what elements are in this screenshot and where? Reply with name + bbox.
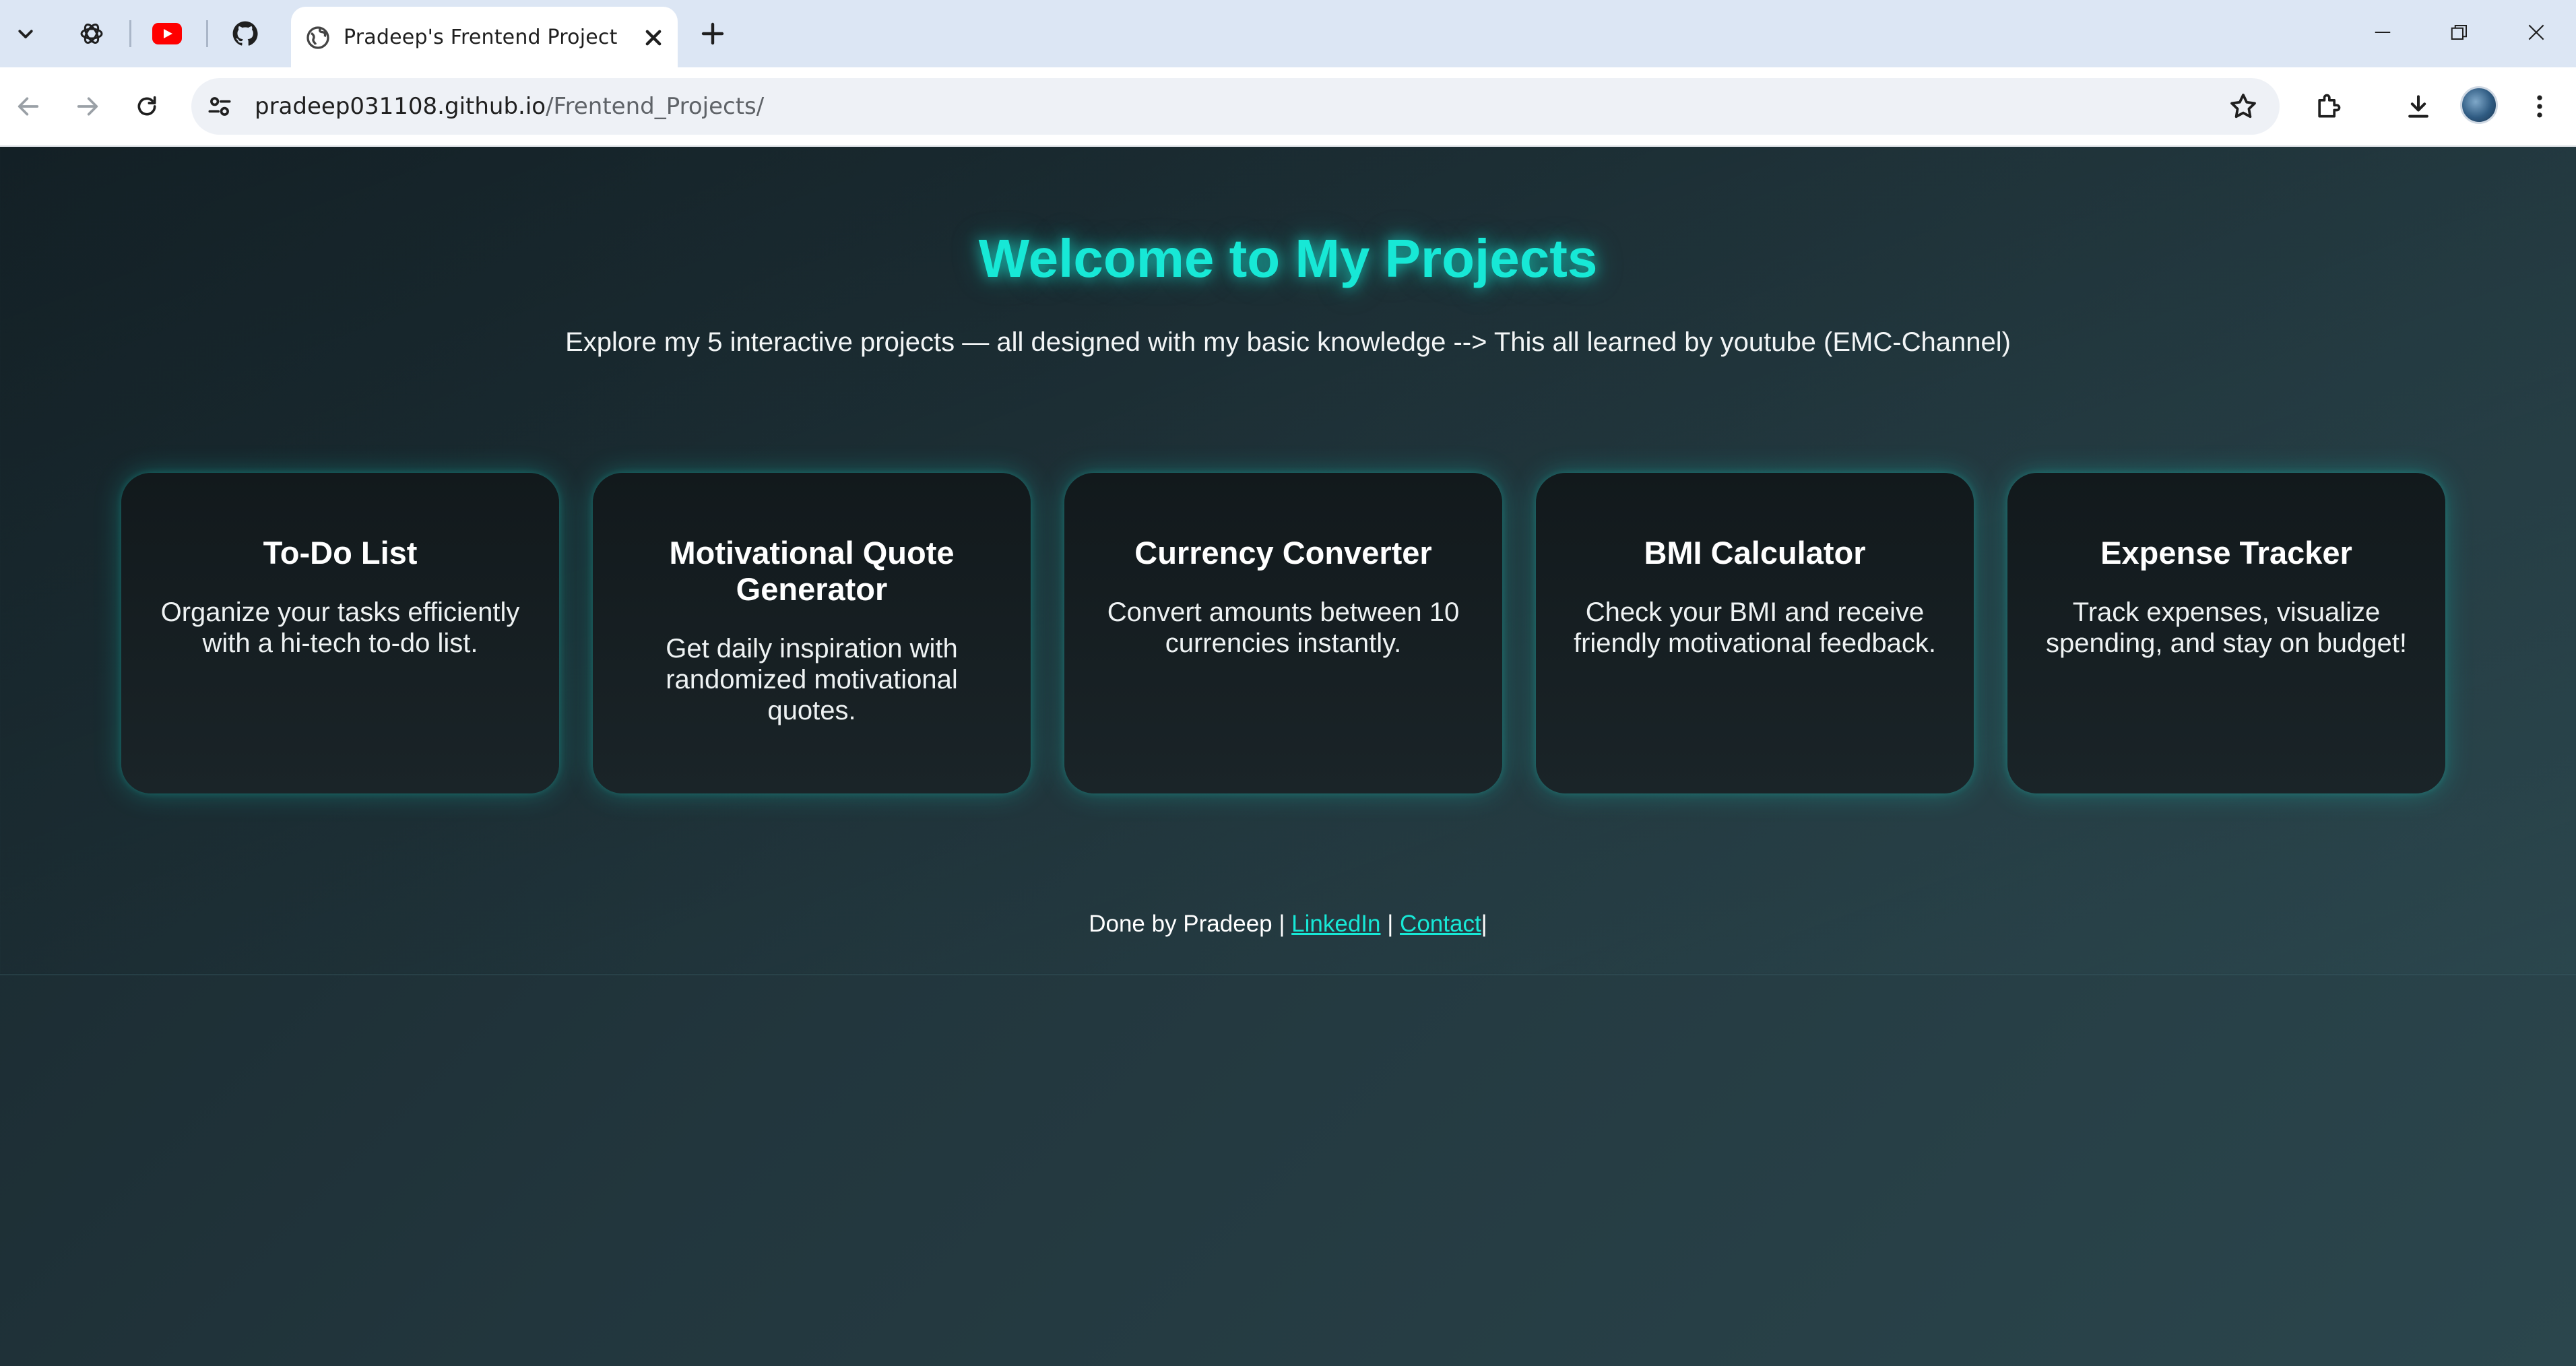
extensions-puzzle-icon[interactable] <box>2308 86 2348 127</box>
url-path: /Frentend_Projects/ <box>546 93 765 120</box>
minimize-icon[interactable] <box>2359 13 2406 51</box>
globe-icon <box>304 24 331 51</box>
pinned-tab-chatgpt[interactable] <box>73 15 110 53</box>
card-description: Track expenses, visualize spending, and … <box>2046 597 2407 658</box>
footer-separator: | <box>1380 911 1400 937</box>
new-tab-plus-icon[interactable] <box>697 18 729 50</box>
project-card-expense-tracker[interactable]: Expense Tracker Track expenses, visualiz… <box>2007 473 2445 793</box>
tab-title: Pradeep's Frentend Project <box>344 26 618 49</box>
profile-avatar[interactable] <box>2460 86 2498 124</box>
main-section: Welcome to My Projects Explore my 5 inte… <box>0 147 2576 975</box>
more-menu-icon[interactable] <box>2519 86 2560 127</box>
github-icon <box>231 20 259 48</box>
site-info-tune-icon[interactable] <box>205 92 234 121</box>
tab-separator <box>206 20 208 47</box>
restore-icon[interactable] <box>2436 13 2483 51</box>
card-description: Organize your tasks efficiently with a h… <box>160 597 520 658</box>
card-description: Get daily inspiration with randomized mo… <box>666 634 958 725</box>
url-host: pradeep031108.github.io <box>255 93 546 120</box>
project-cards: To-Do List Organize your tasks efficient… <box>121 473 2445 796</box>
chatgpt-icon <box>78 20 105 47</box>
browser-toolbar: pradeep031108.github.io/Frentend_Project… <box>0 67 2576 147</box>
address-bar[interactable]: pradeep031108.github.io/Frentend_Project… <box>191 78 2280 135</box>
card-title: Expense Tracker <box>2100 535 2352 571</box>
linkedin-link[interactable]: LinkedIn <box>1291 911 1380 937</box>
card-title: BMI Calculator <box>1644 535 1866 571</box>
project-card-bmi-calculator[interactable]: BMI Calculator Check your BMI and receiv… <box>1536 473 1974 793</box>
bookmark-star-icon[interactable] <box>2227 90 2259 123</box>
pinned-tab-github[interactable] <box>226 15 264 53</box>
forward-arrow-icon[interactable] <box>67 86 108 127</box>
window-close-icon[interactable] <box>2513 13 2560 51</box>
reload-icon[interactable] <box>127 86 167 127</box>
card-title: To-Do List <box>263 535 418 571</box>
browser-tab-strip: Pradeep's Frentend Project <box>0 0 2576 67</box>
card-title: Currency Converter <box>1134 535 1432 571</box>
project-card-currency-converter[interactable]: Currency Converter Convert amounts betwe… <box>1064 473 1502 793</box>
footer: Done by Pradeep | LinkedIn | Contact| <box>0 911 2576 938</box>
pinned-tab-youtube[interactable] <box>148 15 186 53</box>
youtube-icon <box>152 23 182 44</box>
url-text[interactable]: pradeep031108.github.io/Frentend_Project… <box>255 93 764 120</box>
page-subtitle: Explore my 5 interactive projects — all … <box>565 327 2011 357</box>
page-title: Welcome to My Projects <box>978 228 1598 288</box>
contact-link[interactable]: Contact <box>1400 911 1481 937</box>
project-card-quote-generator[interactable]: Motivational Quote Generator Get daily i… <box>593 473 1031 793</box>
tab-separator <box>129 20 131 47</box>
card-description: Convert amounts between 10 currencies in… <box>1107 597 1460 658</box>
card-title: Motivational Quote Generator <box>669 535 955 607</box>
close-icon[interactable] <box>639 23 668 53</box>
project-card-todo[interactable]: To-Do List Organize your tasks efficient… <box>121 473 559 793</box>
card-description: Check your BMI and receive friendly moti… <box>1573 597 1937 658</box>
page-body: Welcome to My Projects Explore my 5 inte… <box>0 147 2576 1366</box>
footer-trailing-bar: | <box>1481 911 1487 937</box>
footer-credit: Done by Pradeep | <box>1089 911 1292 937</box>
download-icon[interactable] <box>2398 86 2439 127</box>
tab-search-dropdown-icon[interactable] <box>7 15 44 53</box>
active-tab[interactable]: Pradeep's Frentend Project <box>291 7 678 67</box>
back-arrow-icon[interactable] <box>8 86 49 127</box>
